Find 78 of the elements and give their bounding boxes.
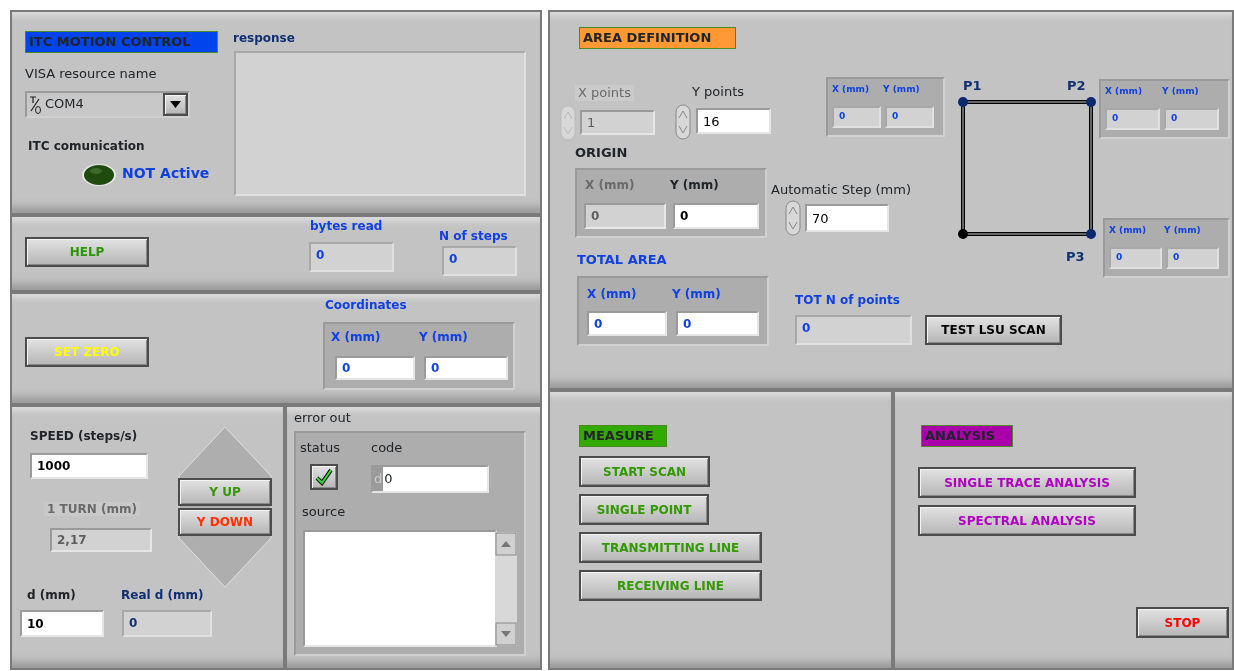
input-field[interactable]: 0	[335, 356, 415, 380]
measure-button[interactable]: START SCAN	[579, 456, 710, 487]
spinner-icon[interactable]	[785, 200, 801, 236]
analysis-button[interactable]: SINGLE TRACE ANALYSIS	[918, 467, 1136, 498]
panel-title: ITC MOTION CONTROL	[25, 31, 218, 53]
readout-field: 0	[122, 610, 212, 637]
status-checkbox[interactable]	[310, 464, 338, 490]
panel-title: MEASURE	[579, 425, 667, 447]
column-label: Y (mm)	[419, 330, 468, 345]
io-icon	[28, 95, 42, 115]
field-label: SPEED (steps/s)	[30, 429, 138, 444]
field-label: status	[300, 440, 340, 456]
column-label: Y (mm)	[670, 178, 719, 193]
readout-field: 0	[442, 246, 517, 276]
point-label: P1	[963, 78, 982, 94]
column-label: Y (mm)	[1162, 85, 1199, 98]
readout-field: 0	[1109, 247, 1162, 269]
stop-button[interactable]: STOP	[1136, 607, 1229, 638]
column-label: X (mm)	[331, 330, 381, 345]
spinner-icon[interactable]	[675, 104, 691, 140]
panel-title: AREA DEFINITION	[579, 27, 736, 49]
measure-button[interactable]: TRANSMITTING LINE	[579, 532, 762, 563]
readout-field: 0	[885, 106, 934, 128]
field-label: VISA resource name	[25, 66, 157, 82]
field-label: response	[233, 31, 295, 46]
column-label: X (mm)	[832, 83, 870, 96]
input-field[interactable]: 0	[424, 356, 508, 380]
readout-field: 0	[832, 106, 881, 128]
field-label: error out	[294, 410, 351, 426]
column-label: X (mm)	[1105, 85, 1143, 98]
section-label: TOTAL AREA	[577, 252, 667, 268]
field-label: N of steps	[439, 229, 508, 244]
field-label: source	[302, 504, 346, 520]
input-field[interactable]: 70	[805, 204, 889, 232]
help-button[interactable]: HELP	[25, 237, 149, 267]
input-field[interactable]: 0	[676, 311, 759, 336]
input-field[interactable]: 10	[20, 610, 104, 637]
column-label: Y (mm)	[883, 83, 920, 96]
status-text: NOT Active	[122, 165, 210, 182]
analysis-button[interactable]: SPECTRAL ANALYSIS	[918, 505, 1136, 536]
field-label: ITC comunication	[28, 139, 145, 154]
caret-icon[interactable]	[170, 101, 181, 108]
field-label: d (mm)	[27, 588, 76, 603]
measure-button[interactable]: RECEIVING LINE	[579, 570, 762, 601]
panel-title: ANALYSIS	[921, 425, 1013, 447]
field-label: bytes read	[310, 219, 383, 234]
readout-field: 0	[1166, 247, 1219, 269]
field-label: Y points	[692, 84, 744, 100]
field-label: Automatic Step (mm)	[771, 182, 911, 198]
dropdown-value: COM4	[45, 96, 84, 112]
input-field[interactable]: 16	[696, 108, 771, 134]
readout-field: 0	[1164, 108, 1219, 130]
readout-field: 0	[795, 315, 912, 345]
column-label: X (mm)	[585, 178, 635, 193]
point-label: P3	[1066, 249, 1085, 265]
readout-field: 0	[1105, 108, 1160, 130]
point-label: P2	[1067, 78, 1086, 94]
input-field[interactable]: 1000	[30, 453, 148, 479]
column-label: Y (mm)	[1164, 224, 1201, 237]
input-field[interactable]: 0	[587, 311, 667, 336]
field-label: 1 TURN (mm)	[44, 502, 140, 517]
measure-button[interactable]: SINGLE POINT	[579, 494, 709, 525]
scrollbar[interactable]	[495, 532, 517, 646]
y-down-button[interactable]: Y DOWN	[178, 508, 272, 536]
column-label: Y (mm)	[672, 287, 721, 302]
field-label: Real d (mm)	[121, 588, 204, 603]
column-label: X (mm)	[587, 287, 637, 302]
readout-field: 0	[309, 242, 394, 272]
section-label: ORIGIN	[575, 145, 628, 161]
field-label: code	[371, 440, 403, 456]
test-scan-button[interactable]: TEST LSU SCAN	[925, 315, 1062, 345]
field-label: X points	[575, 85, 634, 101]
field-label: Coordinates	[325, 298, 407, 313]
input-field[interactable]: 0	[673, 203, 759, 229]
column-label: X (mm)	[1109, 224, 1147, 237]
source-textarea[interactable]	[303, 530, 497, 647]
field-label: TOT N of points	[795, 293, 900, 308]
y-up-button[interactable]: Y UP	[178, 478, 272, 506]
